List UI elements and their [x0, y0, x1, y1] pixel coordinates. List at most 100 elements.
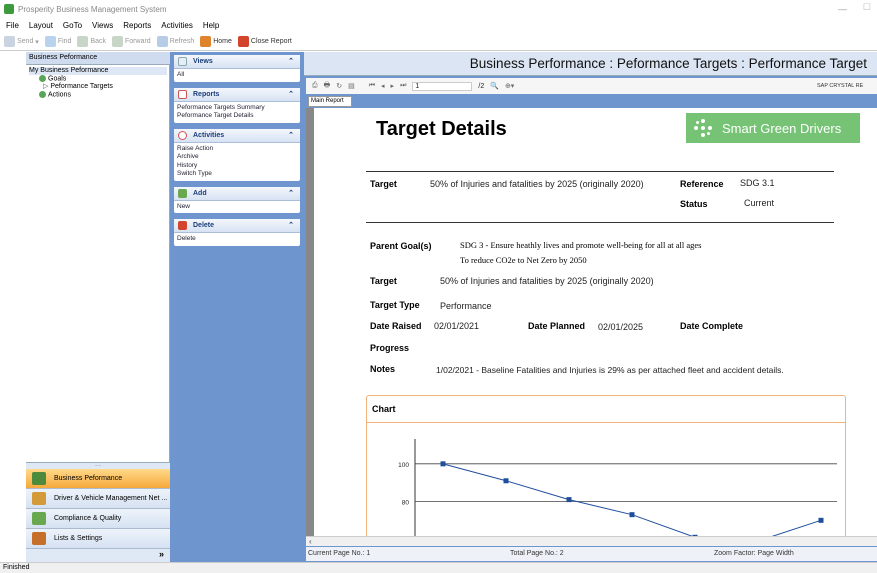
first-page-icon[interactable]: ⏮: [369, 82, 375, 90]
collapse-icon[interactable]: ⌃: [288, 131, 294, 139]
forward-button[interactable]: Forward: [112, 36, 151, 47]
divider: [366, 222, 834, 223]
activities-group-header[interactable]: Activities ⌃: [174, 128, 300, 143]
delete-link[interactable]: Delete: [177, 235, 297, 244]
brand-logo-icon: [694, 119, 712, 137]
forward-arrow-icon: [112, 36, 124, 47]
brand-logo: Smart Green Drivers: [686, 113, 860, 143]
expand-arrow-icon[interactable]: ▷: [43, 83, 48, 90]
current-page-status: Current Page No.: 1: [308, 550, 371, 557]
series-line: [442, 463, 822, 536]
nav-pane: ..... Business Peformance Driver & Vehic…: [26, 462, 170, 562]
tree-root[interactable]: My Business Peformance: [29, 67, 167, 75]
notes-value: 1/02/2021 - Baseline Fatalities and Inju…: [436, 365, 784, 375]
reports-group-header[interactable]: Reports ⌃: [174, 87, 300, 102]
maximize-icon[interactable]: ☐: [863, 2, 871, 13]
next-page-icon[interactable]: ▸: [391, 82, 395, 90]
horizontal-scrollbar[interactable]: ‹: [306, 536, 877, 546]
reports-icon: [178, 89, 187, 99]
data-point: [629, 512, 635, 518]
actions-icon: [39, 91, 46, 99]
add-new-link[interactable]: New: [177, 203, 297, 212]
zoom-icon[interactable]: ⊕▾: [505, 82, 514, 90]
nav-more-button[interactable]: »: [26, 549, 170, 563]
nav-business-performance[interactable]: Business Peformance: [26, 469, 170, 489]
collapse-icon[interactable]: ⌃: [288, 90, 294, 98]
scroll-left-icon[interactable]: ‹: [309, 537, 312, 546]
home-icon: [200, 36, 212, 47]
home-button[interactable]: Home: [200, 36, 232, 47]
menu-goto[interactable]: GoTo: [63, 21, 82, 30]
notes-label: Notes: [370, 364, 396, 374]
report-title: Business Performance : Peformance Target…: [304, 52, 877, 76]
target-type-value: Performance: [440, 301, 492, 311]
prev-page-icon[interactable]: ◂: [381, 82, 385, 90]
page-total: /2: [478, 82, 485, 90]
export-icon[interactable]: ⎙: [312, 82, 318, 90]
nav-compliance-quality[interactable]: Compliance & Quality: [26, 509, 170, 529]
nav-driver-vehicle[interactable]: Driver & Vehicle Management Net ...: [26, 489, 170, 509]
collapse-icon[interactable]: ⌃: [288, 57, 294, 65]
menu-file[interactable]: File: [6, 21, 19, 30]
chart-title: Chart: [372, 404, 396, 414]
report-summary-link[interactable]: Peformance Targets Summary: [177, 104, 297, 113]
page-number-input[interactable]: 1: [412, 81, 473, 91]
activity-history[interactable]: History: [177, 162, 297, 171]
views-group-header[interactable]: Views ⌃: [174, 55, 300, 69]
views-icon: [178, 57, 187, 66]
collapse-icon[interactable]: ⌃: [288, 221, 294, 229]
left-tree-panel: Business Peformance My Business Peforman…: [26, 52, 170, 102]
report-viewer: Target Details Smart Green Drivers Targe…: [306, 108, 877, 536]
activity-raise-action[interactable]: Raise Action: [177, 145, 297, 154]
refresh-report-icon[interactable]: ↻: [336, 82, 342, 90]
find-button[interactable]: Find: [44, 36, 71, 47]
driver-vehicle-icon: [32, 492, 46, 505]
search-report-icon[interactable]: 🔍: [490, 82, 499, 90]
report-page: Target Details Smart Green Drivers Targe…: [314, 108, 877, 536]
delete-group-header[interactable]: Delete ⌃: [174, 219, 300, 233]
lists-settings-icon: [32, 532, 46, 545]
add-group-header[interactable]: Add ⌃: [174, 186, 300, 201]
app-title: Prosperity Business Management System: [18, 4, 167, 14]
report-details-link[interactable]: Peformance Target Details: [177, 112, 297, 121]
nav-lists-settings[interactable]: Lists & Settings: [26, 529, 170, 549]
data-point: [818, 517, 824, 523]
add-group: Add ⌃ New: [174, 186, 300, 213]
crystal-brand: SAP CRYSTAL RE: [817, 83, 864, 89]
tree-item-goals[interactable]: Goals: [39, 75, 167, 83]
activity-switch-type[interactable]: Switch Type: [177, 170, 297, 179]
goals-icon: [39, 75, 46, 82]
collapse-icon[interactable]: ⌃: [288, 189, 294, 197]
close-report-button[interactable]: Close Report: [237, 36, 292, 47]
last-page-icon[interactable]: ⏭: [400, 82, 406, 90]
refresh-button[interactable]: Refresh: [156, 36, 194, 47]
main-report-tab[interactable]: Main Report: [308, 96, 352, 107]
views-item-all[interactable]: All: [177, 71, 297, 80]
reports-group: Reports ⌃ Peformance Targets Summary Pefo…: [174, 87, 300, 123]
tree-item-targets[interactable]: ▷ Peformance Targets: [43, 83, 167, 91]
app-status-bar: Finished: [0, 562, 877, 573]
menu-activities[interactable]: Activities: [161, 21, 193, 30]
y-tick-label: 80: [402, 500, 410, 507]
menu-reports[interactable]: Reports: [123, 21, 151, 30]
target-type-label: Target Type: [370, 300, 420, 310]
activities-group: Activities ⌃ Raise Action Archive History…: [174, 128, 300, 181]
group-tree-icon[interactable]: ▤: [348, 82, 355, 90]
refresh-icon: [156, 36, 168, 47]
action-pane: Views ⌃ All Reports ⌃ Peformance Targets S…: [170, 52, 304, 562]
tree-item-actions[interactable]: Actions: [39, 91, 167, 99]
send-button[interactable]: Send ▾: [4, 36, 39, 47]
print-icon[interactable]: 🖶: [324, 81, 331, 92]
activity-archive[interactable]: Archive: [177, 153, 297, 162]
data-point: [566, 497, 572, 503]
title-bar: Prosperity Business Management System — …: [0, 0, 877, 18]
target2-label: Target: [370, 276, 397, 286]
reference-value: SDG 3.1: [740, 178, 775, 188]
y-tick-label: 100: [398, 462, 409, 469]
menu-help[interactable]: Help: [203, 21, 219, 30]
menu-views[interactable]: Views: [92, 21, 113, 30]
back-button[interactable]: Back: [77, 36, 106, 47]
menu-layout[interactable]: Layout: [29, 21, 53, 30]
minimize-icon[interactable]: —: [838, 4, 847, 14]
close-report-icon: [237, 36, 249, 47]
